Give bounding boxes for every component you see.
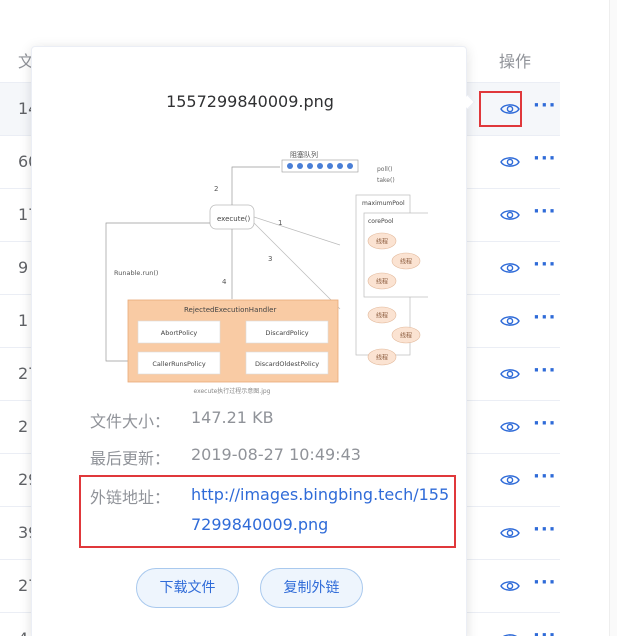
policy-label: CallerRunsPolicy <box>152 360 206 368</box>
download-file-button[interactable]: 下载文件 <box>136 568 239 608</box>
thread-label: 线程 <box>376 312 388 320</box>
column-header-operations: 操作 <box>499 52 532 71</box>
arrow-label-4: 4 <box>222 278 227 286</box>
queue-dot <box>327 163 333 169</box>
popover-title: 1557299840009.png <box>166 92 334 111</box>
eye-icon[interactable] <box>500 472 520 486</box>
more-icon[interactable]: ··· <box>533 415 557 433</box>
more-icon[interactable]: ··· <box>533 574 557 592</box>
queue-dot <box>287 163 293 169</box>
poll-label: poll() <box>377 166 393 173</box>
last-updated-label: 最后更新： <box>90 449 171 468</box>
more-icon[interactable]: ··· <box>533 521 557 539</box>
file-name-cell: 9 <box>18 258 29 277</box>
external-link-highlight <box>79 475 456 548</box>
eye-icon[interactable] <box>500 260 520 274</box>
thread-label: 线程 <box>376 238 388 246</box>
more-icon[interactable]: ··· <box>533 468 557 486</box>
eye-icon[interactable] <box>500 419 520 433</box>
more-icon[interactable]: ··· <box>533 97 557 115</box>
more-icon[interactable]: ··· <box>533 627 557 636</box>
core-pool-label: corePool <box>368 218 394 225</box>
file-size-label: 文件大小： <box>90 412 171 431</box>
thread-label: 线程 <box>400 258 412 266</box>
eye-icon[interactable] <box>500 525 520 539</box>
runnable-label: Runable.run() <box>114 269 158 277</box>
policy-label: DiscardPolicy <box>265 329 308 337</box>
arrow-to-queue <box>231 166 280 205</box>
image-preview: 阻塞队列 poll() take() execute() 2 1 3 4 Run… <box>105 150 428 395</box>
queue-dot <box>297 163 303 169</box>
arrow-label-3: 3 <box>268 255 272 263</box>
file-name-cell: 1 <box>18 311 29 330</box>
copy-link-button[interactable]: 复制外链 <box>260 568 363 608</box>
more-icon[interactable]: ··· <box>533 256 557 274</box>
more-icon[interactable]: ··· <box>533 309 557 327</box>
preview-caption: execute执行过程示意图.jpg <box>194 387 271 395</box>
eye-icon-highlight <box>479 91 522 127</box>
execute-label: execute() <box>217 215 250 223</box>
rejected-handler-title: RejectedExecutionHandler <box>184 306 276 314</box>
page-scrollbar[interactable] <box>609 0 617 636</box>
more-icon[interactable]: ··· <box>533 150 557 168</box>
file-size-value: 147.21 KB <box>191 408 274 427</box>
queue-dot <box>337 163 343 169</box>
thread-label: 线程 <box>400 332 412 340</box>
thread-label: 线程 <box>376 278 388 286</box>
thread-label: 线程 <box>376 354 388 362</box>
queue-dot <box>317 163 323 169</box>
queue-dot <box>347 163 353 169</box>
policy-label: AbortPolicy <box>161 329 198 337</box>
more-icon[interactable]: ··· <box>533 362 557 380</box>
eye-icon[interactable] <box>500 578 520 592</box>
eye-icon[interactable] <box>500 366 520 380</box>
take-label: take() <box>377 177 395 184</box>
more-icon[interactable]: ··· <box>533 203 557 221</box>
last-updated-value: 2019-08-27 10:49:43 <box>191 445 361 464</box>
eye-icon[interactable] <box>500 207 520 221</box>
file-name-cell: 2 <box>18 417 29 436</box>
arrow-label-2: 2 <box>214 185 218 193</box>
eye-icon[interactable] <box>500 313 520 327</box>
arrow-to-core <box>253 216 341 246</box>
eye-icon[interactable] <box>500 631 520 636</box>
file-name-cell: 4 <box>18 629 28 636</box>
eye-icon[interactable] <box>500 154 520 168</box>
maximum-pool-label: maximumPool <box>362 200 405 207</box>
policy-label: DiscardOldestPolicy <box>255 360 319 368</box>
arrow-to-max <box>253 222 341 310</box>
queue-label: 阻塞队列 <box>290 150 318 159</box>
queue-dot <box>307 163 313 169</box>
arrow-label-1: 1 <box>278 219 282 227</box>
